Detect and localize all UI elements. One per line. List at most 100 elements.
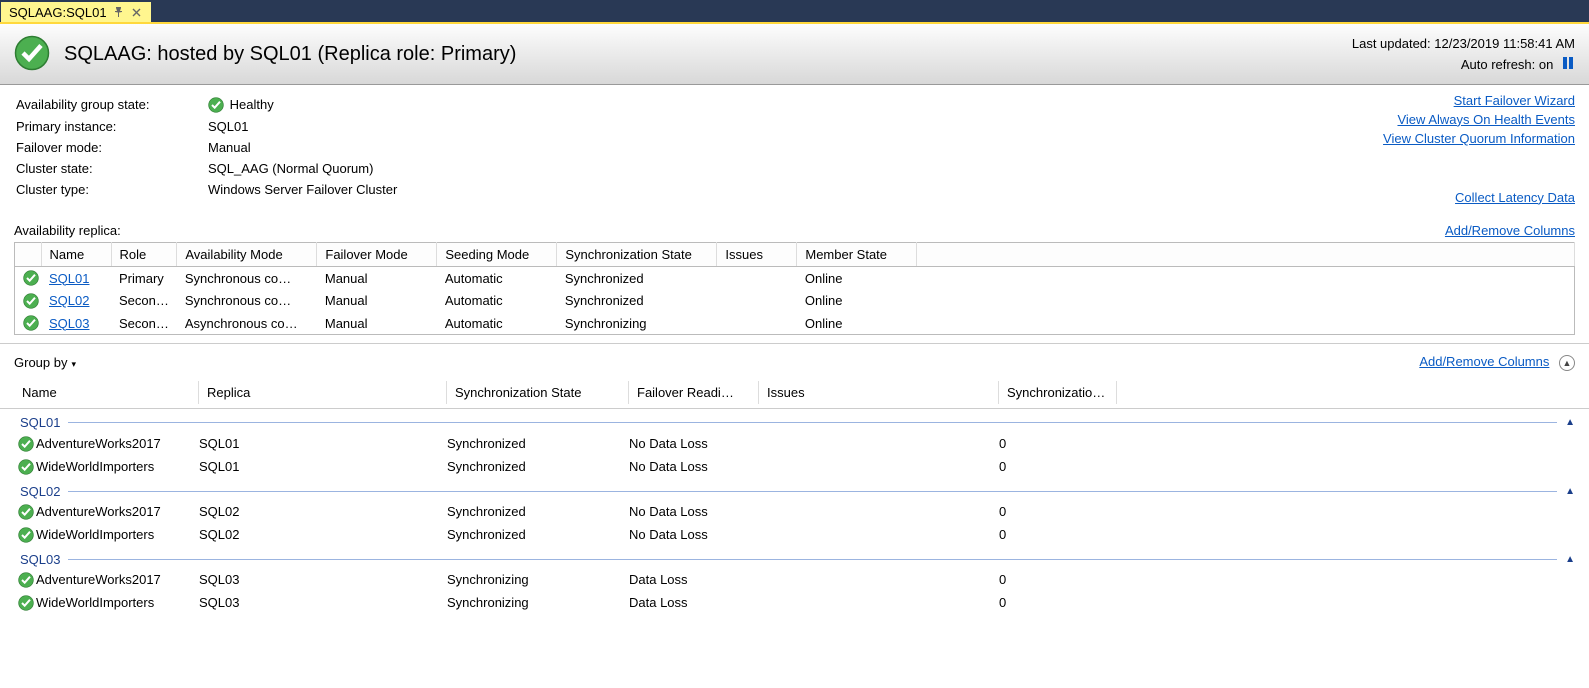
db-name: WideWorldImporters <box>36 595 154 610</box>
db-sync-state: Synchronized <box>447 527 629 542</box>
health-ok-icon <box>18 572 36 589</box>
group-by-dropdown[interactable]: Group by <box>14 355 76 370</box>
add-remove-columns-replica-link[interactable]: Add/Remove Columns <box>1445 223 1575 238</box>
db-row[interactable]: AdventureWorks2017 SQL03SynchronizingData… <box>0 569 1589 592</box>
replica-col-header[interactable]: Failover Mode <box>317 242 437 266</box>
health-ok-icon <box>15 312 42 335</box>
view-health-events-link[interactable]: View Always On Health Events <box>1397 112 1575 127</box>
db-group-name: SQL03 <box>20 552 60 567</box>
db-columns-header: Name Replica Synchronization State Failo… <box>0 377 1589 409</box>
col-header-sync[interactable]: Synchronization State <box>447 381 629 404</box>
db-group-header[interactable]: SQL02 ▲ <box>0 478 1589 501</box>
summary-label: Cluster state: <box>16 159 206 178</box>
summary-label: Availability group state: <box>16 95 206 116</box>
db-sync-state: Synchronizing <box>447 572 629 587</box>
db-sync-state: Synchronized <box>447 459 629 474</box>
db-replica: SQL02 <box>199 527 447 542</box>
replica-col-header[interactable]: Issues <box>717 242 797 266</box>
db-name: WideWorldImporters <box>36 527 154 542</box>
summary-row: Primary instance:SQL01 <box>16 117 407 136</box>
db-name: AdventureWorks2017 <box>36 572 161 587</box>
db-failover-readiness: Data Loss <box>629 572 759 587</box>
replica-name-link[interactable]: SQL03 <box>49 316 89 331</box>
db-row[interactable]: AdventureWorks2017SQL01SynchronizedNo Da… <box>0 432 1589 455</box>
summary-row: Failover mode:Manual <box>16 138 407 157</box>
replica-row: SQL03Secon…Asynchronous co…ManualAutomat… <box>15 312 1575 335</box>
replica-row: SQL02Secon…Synchronous co…ManualAutomati… <box>15 289 1575 312</box>
collapse-all-icon[interactable]: ▲ <box>1559 355 1575 371</box>
divider <box>68 422 1557 423</box>
db-sync-perf: 0 <box>999 459 1117 474</box>
db-sync-perf: 0 <box>999 527 1117 542</box>
db-sync-state: Synchronized <box>447 504 629 519</box>
chevron-up-icon[interactable]: ▲ <box>1565 554 1575 565</box>
replica-member-state: Online <box>797 289 917 312</box>
db-name: AdventureWorks2017 <box>36 436 161 451</box>
replica-col-header[interactable]: Name <box>41 242 111 266</box>
replica-seeding-mode: Automatic <box>437 266 557 289</box>
db-sync-state: Synchronized <box>447 436 629 451</box>
replica-col-header[interactable]: Availability Mode <box>177 242 317 266</box>
db-replica: SQL03 <box>199 595 447 610</box>
auto-refresh: Auto refresh: on <box>1352 55 1575 76</box>
db-group-header[interactable]: SQL03 ▲ <box>0 546 1589 569</box>
replica-role: Secon… <box>111 312 177 335</box>
start-failover-wizard-link[interactable]: Start Failover Wizard <box>1454 93 1575 108</box>
pin-icon[interactable] <box>113 6 125 18</box>
health-ok-icon <box>208 97 226 112</box>
col-header-issues[interactable]: Issues <box>759 381 999 404</box>
db-row[interactable]: WideWorldImporters SQL03SynchronizingData… <box>0 591 1589 614</box>
db-failover-readiness: No Data Loss <box>629 527 759 542</box>
document-tab[interactable]: SQLAAG:SQL01 <box>1 2 151 22</box>
replica-col-header[interactable]: Seeding Mode <box>437 242 557 266</box>
summary-label: Cluster type: <box>16 180 206 199</box>
group-by-row: Group by Add/Remove Columns ▲ <box>0 343 1589 377</box>
chevron-up-icon[interactable]: ▲ <box>1565 486 1575 497</box>
db-group-name: SQL02 <box>20 484 60 499</box>
db-failover-readiness: Data Loss <box>629 595 759 610</box>
health-ok-icon <box>18 594 36 611</box>
close-icon[interactable] <box>131 6 143 18</box>
col-header-replica[interactable]: Replica <box>199 381 447 404</box>
summary-value: Windows Server Failover Cluster <box>208 180 407 199</box>
view-quorum-info-link[interactable]: View Cluster Quorum Information <box>1383 131 1575 146</box>
db-row[interactable]: AdventureWorks2017SQL02SynchronizedNo Da… <box>0 501 1589 524</box>
db-sync-perf: 0 <box>999 595 1117 610</box>
db-row[interactable]: WideWorldImporters SQL02SynchronizedNo Da… <box>0 523 1589 546</box>
replica-seeding-mode: Automatic <box>437 289 557 312</box>
health-ok-icon <box>15 289 42 312</box>
db-replica: SQL03 <box>199 572 447 587</box>
db-group-header[interactable]: SQL01▲ <box>0 409 1589 432</box>
replica-member-state: Online <box>797 266 917 289</box>
replica-col-header[interactable]: Synchronization State <box>557 242 717 266</box>
replica-col-header[interactable]: Role <box>111 242 177 266</box>
divider <box>68 559 1557 560</box>
tab-title: SQLAAG:SQL01 <box>9 5 107 20</box>
db-name: AdventureWorks2017 <box>36 504 161 519</box>
tab-bar: SQLAAG:SQL01 <box>0 0 1589 22</box>
health-ok-icon <box>18 458 36 475</box>
summary-value: SQL_AAG (Normal Quorum) <box>208 159 407 178</box>
summary-value: Healthy <box>208 95 407 116</box>
last-updated: Last updated: 12/23/2019 11:58:41 AM <box>1352 34 1575 55</box>
db-sync-perf: 0 <box>999 504 1117 519</box>
replica-name-link[interactable]: SQL02 <box>49 293 89 308</box>
replica-col-header[interactable]: Member State <box>797 242 917 266</box>
db-row[interactable]: WideWorldImportersSQL01SynchronizedNo Da… <box>0 455 1589 478</box>
db-name: WideWorldImporters <box>36 459 154 474</box>
chevron-up-icon[interactable]: ▲ <box>1565 417 1575 428</box>
pause-icon[interactable] <box>1563 55 1575 76</box>
db-replica: SQL01 <box>199 436 447 451</box>
col-header-failover[interactable]: Failover Readi… <box>629 381 759 404</box>
db-sync-state: Synchronizing <box>447 595 629 610</box>
col-header-name[interactable]: Name <box>14 381 199 404</box>
collect-latency-link[interactable]: Collect Latency Data <box>1455 190 1575 205</box>
summary-table: Availability group state: HealthyPrimary… <box>14 93 409 202</box>
col-header-perf[interactable]: Synchronizatio… <box>999 381 1117 404</box>
replica-seeding-mode: Automatic <box>437 312 557 335</box>
replica-name-link[interactable]: SQL01 <box>49 271 89 286</box>
replica-issues <box>717 266 797 289</box>
replica-failover-mode: Manual <box>317 289 437 312</box>
add-remove-columns-db-link[interactable]: Add/Remove Columns <box>1419 354 1549 369</box>
db-replica: SQL01 <box>199 459 447 474</box>
